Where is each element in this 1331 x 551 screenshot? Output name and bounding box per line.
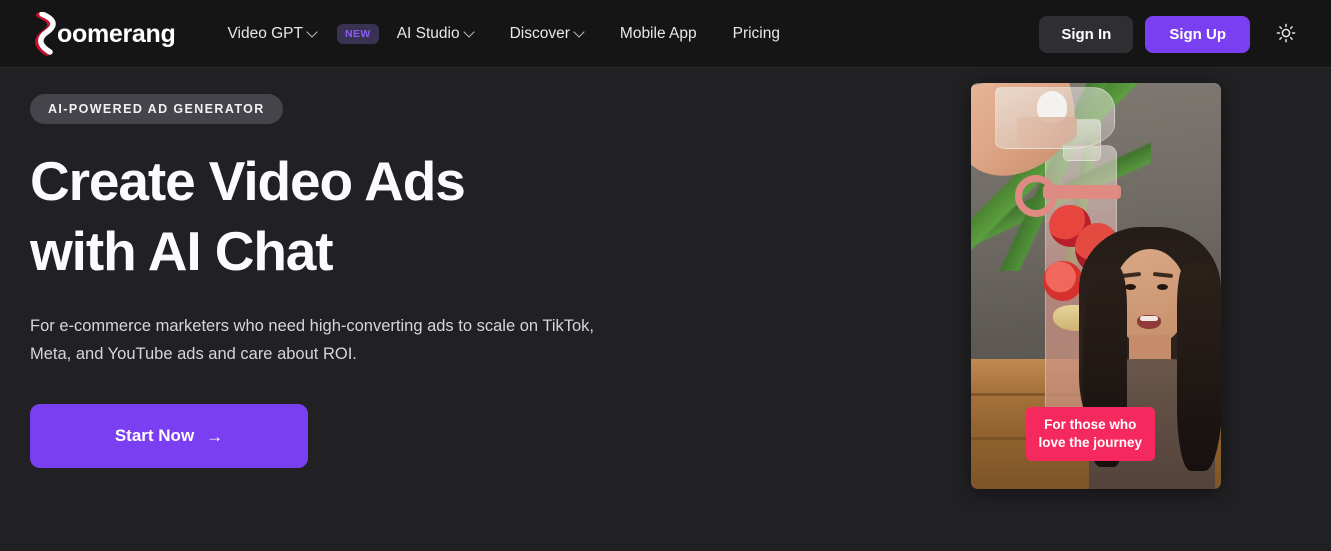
hero-subtitle: For e-commerce marketers who need high-c… (30, 316, 594, 363)
boomerang-swoosh-logo-icon (30, 11, 60, 56)
nav-item-ai-studio[interactable]: AI Studio (379, 17, 492, 51)
header-actions: Sign In Sign Up (1039, 15, 1303, 53)
site-header: oomerang Video GPT NEW AI Studio Discove… (0, 0, 1331, 68)
title-line-1: Create Video Ads (30, 150, 466, 212)
nav-item-video-gpt[interactable]: Video GPT (209, 17, 335, 51)
video-caption-overlay: For those who love the journey (1025, 406, 1156, 461)
eye-right (1156, 284, 1168, 290)
chevron-down-icon (308, 28, 317, 37)
arrow-right-icon: → (206, 426, 224, 446)
start-now-button[interactable]: Start Now → (30, 404, 308, 469)
hero-eyebrow-badge: AI-POWERED AD GENERATOR (30, 94, 283, 124)
theme-toggle-button[interactable] (1269, 17, 1303, 51)
nav-label: Pricing (732, 25, 780, 42)
hero-content: AI-POWERED AD GENERATOR Create Video Ads… (30, 68, 890, 551)
page-title: Create Video Ads with AI Chat (30, 146, 890, 287)
nav-label: Mobile App (619, 25, 697, 42)
title-line-2: with AI Chat (30, 220, 334, 283)
nav-label: Discover (509, 25, 570, 42)
sign-up-button[interactable]: Sign Up (1145, 15, 1250, 53)
brand-name: oomerang (57, 19, 176, 48)
nav-label: AI Studio (396, 25, 460, 42)
chevron-down-icon (575, 28, 584, 37)
main-navigation: Video GPT NEW AI Studio Discover Mobile … (209, 17, 798, 51)
brand-logo[interactable]: oomerang (30, 11, 176, 56)
nav-item-mobile-app[interactable]: Mobile App (602, 17, 715, 51)
sign-in-button[interactable]: Sign In (1039, 15, 1134, 53)
chevron-down-icon (465, 28, 474, 37)
badge-new[interactable]: NEW (337, 24, 379, 44)
nav-item-discover[interactable]: Discover (492, 17, 602, 51)
hero-section: AI-POWERED AD GENERATOR Create Video Ads… (0, 68, 1331, 551)
bottle-band (1042, 185, 1121, 199)
mouth (1136, 315, 1161, 329)
nav-item-pricing[interactable]: Pricing (715, 17, 798, 51)
nav-label: Video GPT (227, 25, 303, 42)
start-now-label: Start Now (114, 426, 195, 446)
sun-icon (1276, 23, 1296, 46)
hero-media: For those who love the journey (890, 68, 1301, 551)
hair-front-right (1176, 263, 1221, 471)
smoothie-pour (1016, 117, 1077, 147)
video-preview-card[interactable]: For those who love the journey (970, 83, 1221, 489)
